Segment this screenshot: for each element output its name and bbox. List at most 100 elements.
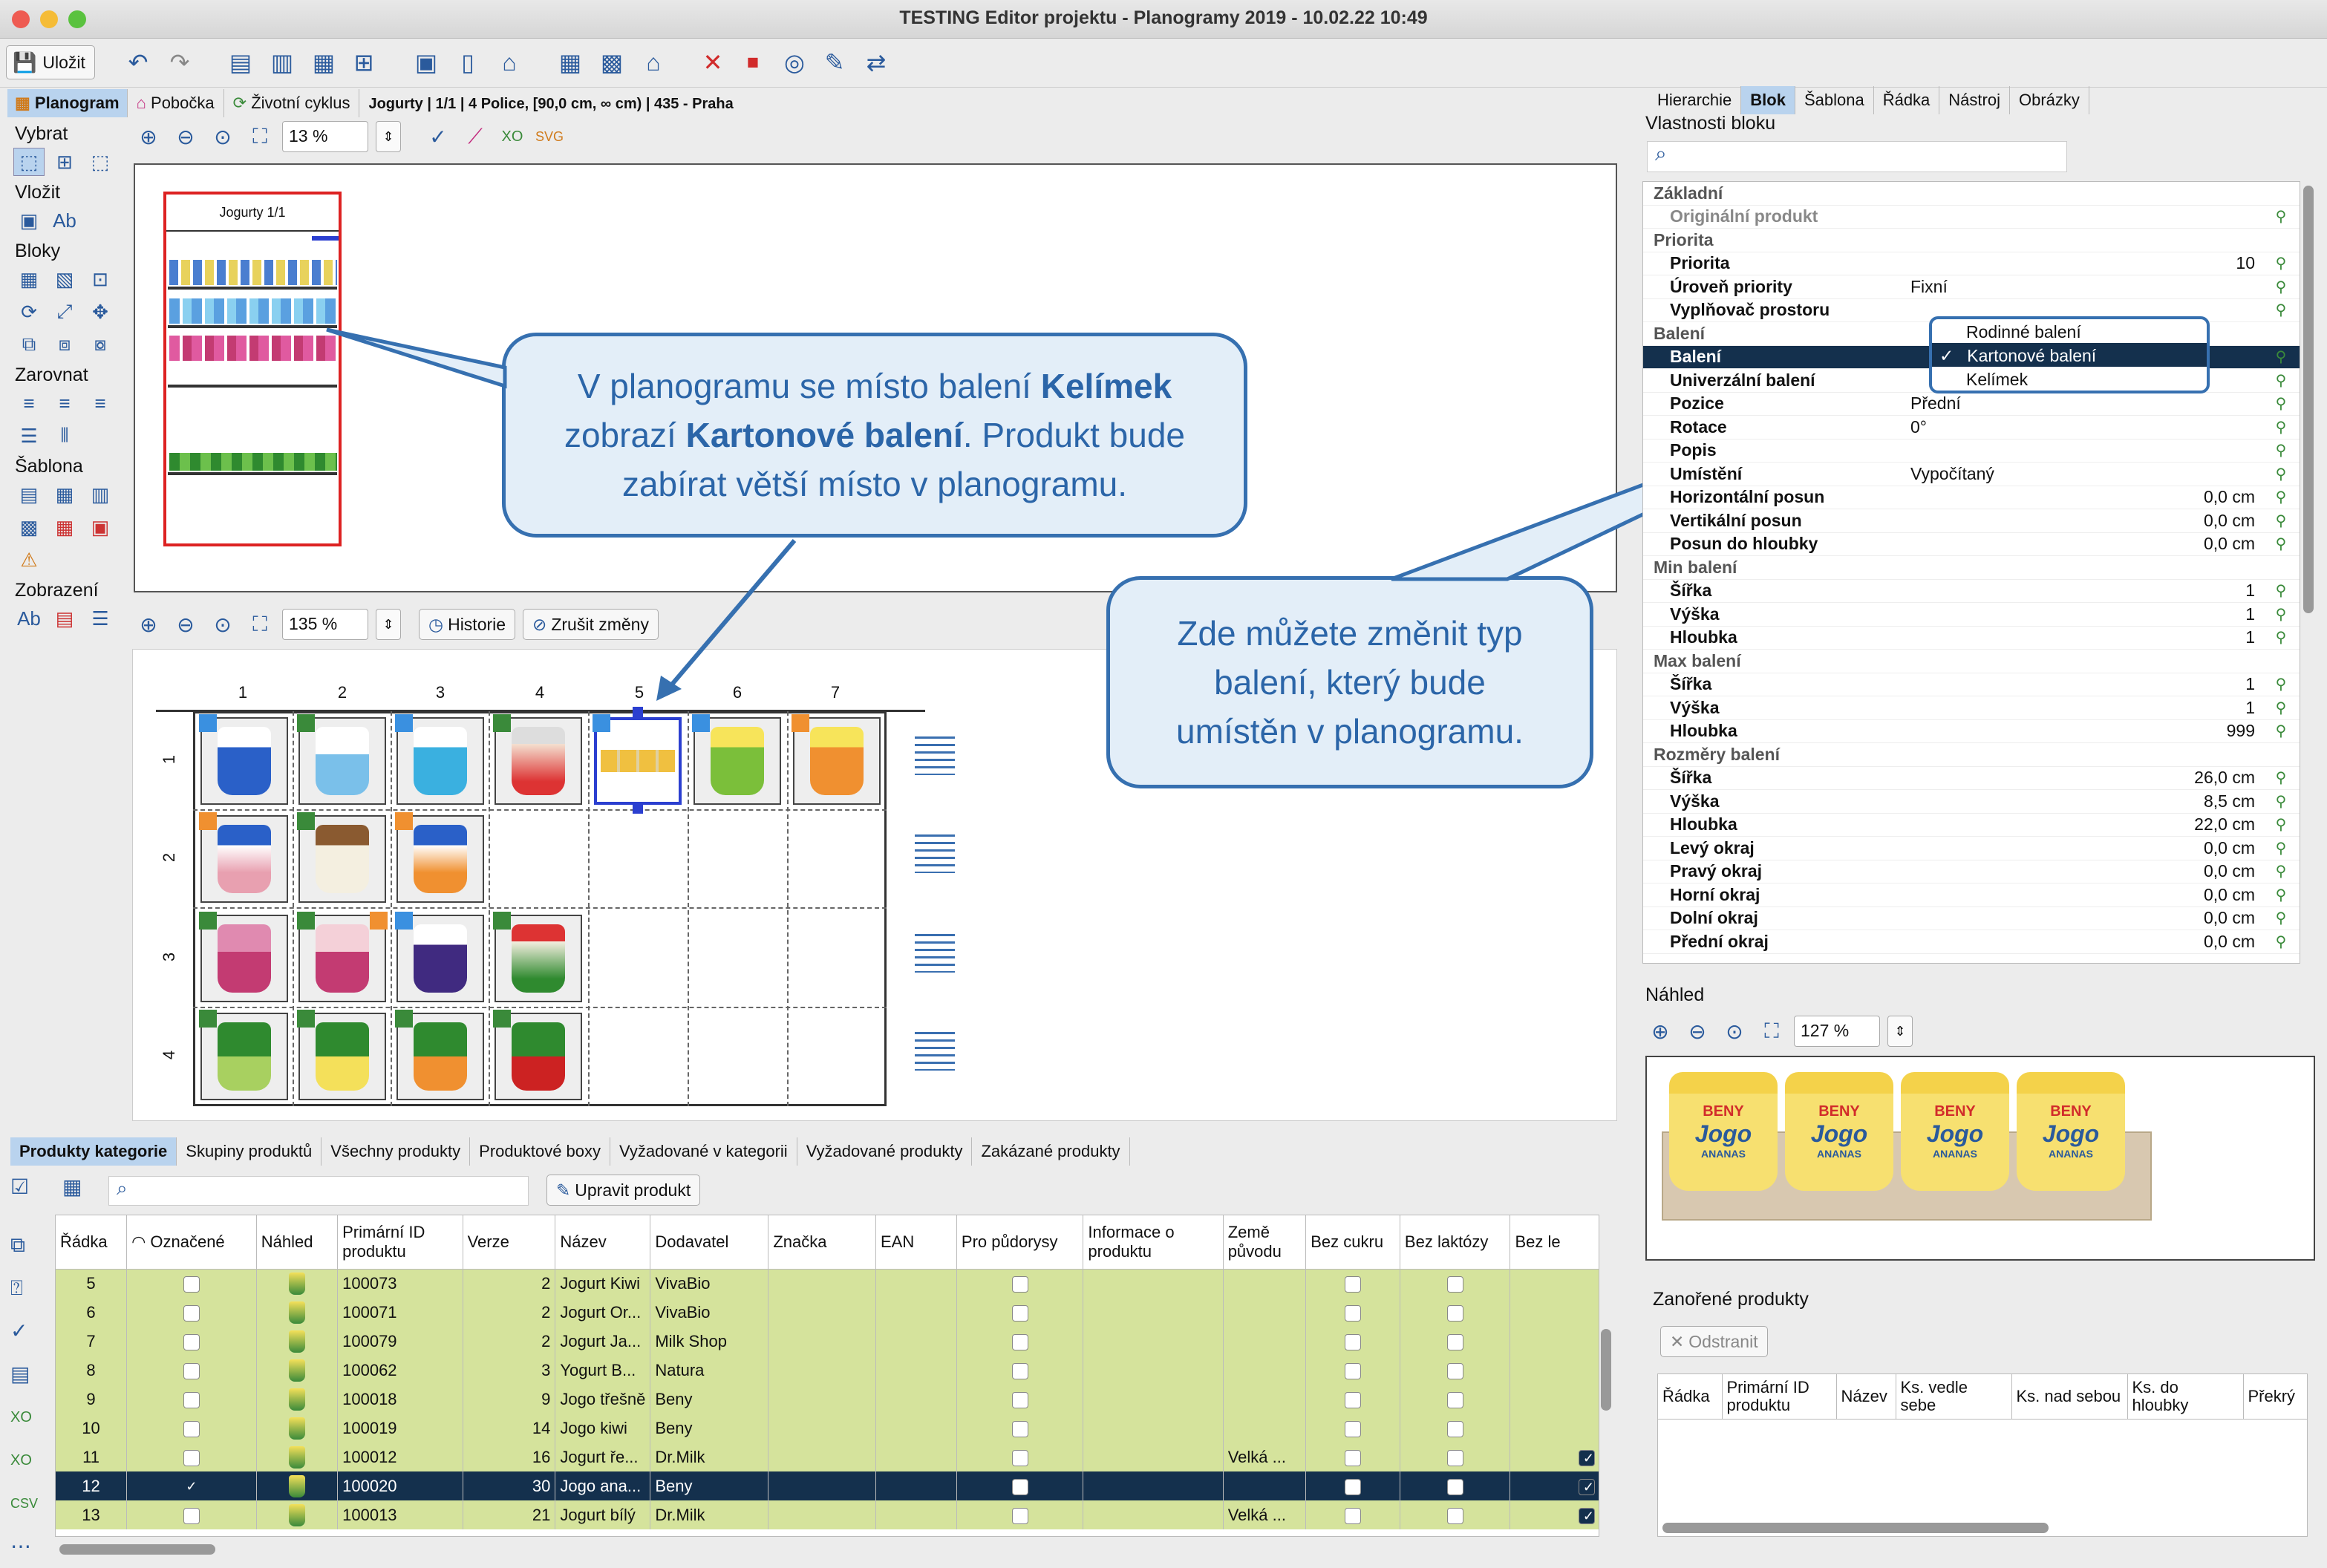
template-apply-icon[interactable]: ▤ [13, 480, 45, 509]
block-move-icon[interactable]: ✥ [85, 298, 116, 326]
row-checkbox[interactable] [1446, 1507, 1463, 1524]
house-icon[interactable]: ⌂ [636, 45, 671, 80]
prop-row[interactable]: Výška 1 ⚲ [1643, 603, 2300, 627]
prop-edit-icon[interactable]: ⚲ [2262, 301, 2300, 319]
nested-header[interactable]: Ks. nad sebou [2011, 1374, 2128, 1419]
prop-value[interactable]: 0,0 cm [1910, 487, 2262, 507]
table-icon[interactable]: ▦ [552, 45, 588, 80]
prop-value[interactable]: 0,0 cm [1910, 511, 2262, 531]
prop-edit-icon[interactable]: ⚲ [2262, 722, 2300, 740]
block-copy-icon[interactable]: ⧉ [13, 330, 45, 359]
select-icon[interactable]: ⬚ [13, 148, 45, 176]
prop-edit-icon[interactable]: ⚲ [2262, 675, 2300, 693]
row-checkbox[interactable] [1011, 1420, 1028, 1437]
table-row[interactable]: 5 100073 2 Jogurt Kiwi VivaBio [56, 1269, 1599, 1298]
edit-product-button[interactable]: ✎ Upravit produkt [546, 1175, 701, 1206]
detail-zoom-stepper[interactable]: ⇕ [376, 609, 401, 640]
save-button[interactable]: 💾 Uložit [6, 45, 95, 79]
prop-row[interactable]: Pravý okraj 0,0 cm ⚲ [1643, 860, 2300, 883]
check-list-icon[interactable]: ☑ [10, 1175, 37, 1201]
list-icon[interactable]: ▤ [10, 1353, 37, 1396]
tab-product-groups[interactable]: Skupiny produktů [177, 1137, 322, 1166]
home-map-icon[interactable]: ⌂ [492, 45, 527, 80]
row-checkbox[interactable] [1345, 1478, 1362, 1495]
table-row[interactable]: 12 ✓ 100020 30 Jogo ana... Beny ✓ [56, 1471, 1599, 1500]
block-paste-icon[interactable]: ⧈ [49, 330, 80, 359]
excel-import-icon[interactable]: XO [10, 1439, 37, 1482]
template-color-icon[interactable]: ▦ [49, 513, 80, 541]
table-row[interactable]: 6 100071 2 Jogurt Or... VivaBio [56, 1298, 1599, 1327]
row-checkbox[interactable] [1011, 1333, 1028, 1350]
nested-header[interactable]: Ks. vedle sebe [1896, 1374, 2012, 1419]
prop-edit-icon[interactable]: ⚲ [2262, 628, 2300, 647]
prop-row[interactable]: Popis ⚲ [1643, 440, 2300, 463]
prop-row[interactable]: Priorita 10 ⚲ [1643, 252, 2300, 275]
preview-zoom-in-icon[interactable]: ⊕ [1645, 1016, 1675, 1046]
layout-add-icon[interactable]: ⊞ [346, 45, 382, 80]
row-checkbox[interactable] [1446, 1478, 1463, 1495]
display-color-icon[interactable]: ▤ [49, 604, 80, 633]
row-checkbox[interactable] [1345, 1449, 1362, 1466]
excel-export-icon[interactable]: XO [10, 1396, 37, 1439]
column-header[interactable]: Země původu [1223, 1215, 1307, 1270]
preview-zoom-fit-icon[interactable]: ⊙ [1720, 1016, 1749, 1046]
column-header[interactable]: Řádka [56, 1215, 128, 1270]
tab-lifecycle[interactable]: ⟳ Životní cyklus [224, 89, 360, 117]
detail-zoom-fit-icon[interactable]: ⊙ [208, 610, 238, 639]
prop-value[interactable]: 1 [1910, 698, 2262, 718]
export-svg-icon[interactable]: SVG [535, 122, 564, 151]
row-checkbox[interactable]: ✓ [1579, 1478, 1595, 1495]
row-checkbox[interactable] [1345, 1362, 1362, 1379]
row-checkbox[interactable] [183, 1362, 200, 1379]
nested-header[interactable]: Překrý [2243, 1374, 2307, 1419]
dropdown-option[interactable]: Rodinné balení [1932, 319, 2207, 343]
table-row[interactable]: 9 100018 9 Jogo třešně Beny [56, 1385, 1599, 1414]
column-header[interactable]: Značka [768, 1215, 876, 1270]
tab-hierarchy[interactable]: Hierarchie [1648, 86, 1742, 114]
prop-edit-icon[interactable]: ⚲ [2262, 278, 2300, 296]
tab-category-products[interactable]: Produkty kategorie [10, 1137, 177, 1166]
tab-images[interactable]: Obrázky [2010, 86, 2089, 114]
tab-block[interactable]: Blok [1741, 86, 1795, 114]
block-split-icon[interactable]: ⊡ [85, 265, 116, 293]
more-icon[interactable]: ⋯ [10, 1525, 37, 1568]
prop-value[interactable]: 0,0 cm [1910, 885, 2262, 905]
row-checkbox[interactable] [1345, 1420, 1362, 1437]
row-checkbox[interactable]: ✓ [1579, 1507, 1595, 1524]
insert-text-icon[interactable]: Ab [49, 206, 80, 235]
copy-icon[interactable]: ⧉ [10, 1224, 37, 1267]
prop-edit-icon[interactable]: ⚲ [2262, 862, 2300, 881]
align-left-icon[interactable]: ≡ [13, 389, 45, 417]
overview-zoom-input[interactable]: 13 % [282, 121, 368, 152]
table-row[interactable]: 7 100079 2 Jogurt Ja... Milk Shop [56, 1327, 1599, 1356]
block-grid-icon[interactable]: ▦ [13, 265, 45, 293]
template-warning-icon[interactable]: ⚠ [13, 546, 45, 574]
prop-row[interactable]: Dolní okraj 0,0 cm ⚲ [1643, 907, 2300, 930]
prop-edit-icon[interactable]: ⚲ [2262, 441, 2300, 460]
prop-edit-icon[interactable]: ⚲ [2262, 254, 2300, 272]
layout-grid-icon[interactable]: ▦ [306, 45, 342, 80]
prop-value[interactable]: 8,5 cm [1910, 791, 2262, 811]
zoom-in-icon[interactable]: ⊕ [134, 122, 163, 151]
prop-edit-icon[interactable]: ⚲ [2262, 465, 2300, 483]
shelf-overview[interactable]: Jogurty 1/1 [163, 192, 342, 546]
csv-export-icon[interactable]: CSV [10, 1482, 38, 1525]
prop-row[interactable]: Originální produkt ⚲ [1643, 206, 2300, 229]
shelf-row-icon[interactable] [915, 736, 955, 775]
prop-edit-icon[interactable]: ⚲ [2262, 792, 2300, 811]
packaging-dropdown[interactable]: Rodinné balení ✓ Kartonové balení Kelímek [1929, 316, 2210, 393]
row-checkbox[interactable] [1446, 1304, 1463, 1322]
prop-value[interactable]: Přední [1910, 393, 2262, 414]
prop-edit-icon[interactable]: ⚲ [2262, 488, 2300, 506]
column-header[interactable]: Dodavatel [650, 1215, 769, 1270]
row-checkbox[interactable] [183, 1275, 200, 1293]
history-button[interactable]: ◷ Historie [419, 609, 516, 640]
redo-icon[interactable]: ↷ [162, 45, 198, 80]
help-icon[interactable]: ⍰ [10, 1267, 37, 1310]
row-checkbox[interactable]: ✓ [1579, 1449, 1595, 1466]
hide-icon[interactable]: ◎ [777, 45, 812, 80]
column-header[interactable]: Verze [463, 1215, 556, 1270]
selection-handle-top[interactable] [633, 707, 643, 717]
prop-row[interactable]: Umístění Vypočítaný ⚲ [1643, 463, 2300, 486]
detail-zoom-in-icon[interactable]: ⊕ [134, 610, 163, 639]
